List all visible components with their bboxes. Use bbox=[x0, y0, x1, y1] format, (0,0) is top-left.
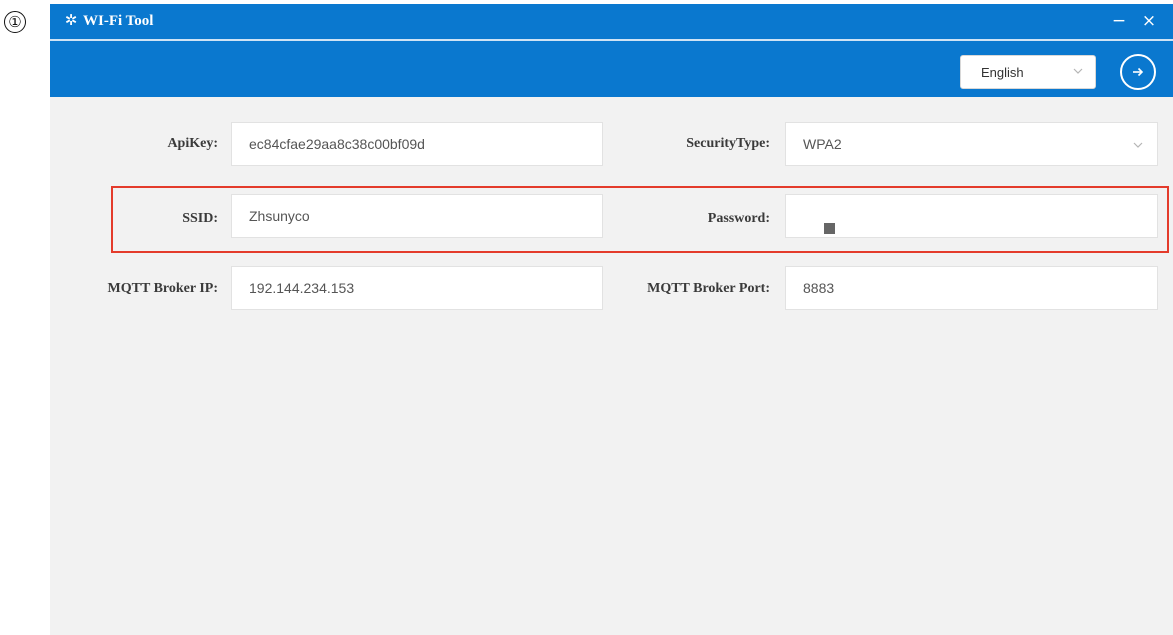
api-key-input[interactable]: ec84cfae29aa8c38c00bf09d bbox=[231, 122, 603, 166]
title-bar: ✲ WI-Fi Tool − × bbox=[50, 4, 1173, 39]
api-key-value: ec84cfae29aa8c38c00bf09d bbox=[249, 136, 425, 152]
language-select[interactable]: English bbox=[960, 55, 1096, 89]
app-title: WI-Fi Tool bbox=[83, 13, 154, 29]
password-input[interactable] bbox=[785, 194, 1158, 238]
arrow-right-icon bbox=[1133, 67, 1144, 77]
go-button[interactable] bbox=[1120, 54, 1156, 90]
step-number-badge: ① bbox=[4, 11, 26, 33]
ssid-value: Zhsunyco bbox=[249, 208, 310, 224]
minimize-button[interactable]: − bbox=[1108, 10, 1130, 32]
mqtt-broker-ip-label: MQTT Broker IP: bbox=[107, 281, 218, 296]
chevron-down-icon bbox=[1133, 142, 1143, 148]
mqtt-broker-ip-value: 192.144.234.153 bbox=[249, 280, 355, 296]
security-type-value: WPA2 bbox=[803, 136, 842, 152]
app-window: ✲ WI-Fi Tool − × English ApiKey: ec84cfa… bbox=[50, 4, 1173, 635]
security-type-select[interactable]: WPA2 bbox=[785, 122, 1158, 166]
ssid-label: SSID: bbox=[182, 211, 218, 226]
password-mask bbox=[824, 223, 835, 234]
mqtt-broker-ip-input[interactable]: 192.144.234.153 bbox=[231, 266, 603, 310]
mqtt-broker-port-value: 8883 bbox=[803, 280, 835, 296]
language-select-value: English bbox=[981, 65, 1024, 80]
api-key-label: ApiKey: bbox=[167, 136, 218, 151]
toolbar: English bbox=[50, 41, 1173, 97]
security-type-label: SecurityType: bbox=[686, 136, 770, 151]
ssid-input[interactable]: Zhsunyco bbox=[231, 194, 603, 238]
chevron-down-icon bbox=[1073, 68, 1083, 74]
mqtt-broker-port-input[interactable]: 8883 bbox=[785, 266, 1158, 310]
spark-icon: ✲ bbox=[64, 11, 78, 29]
mqtt-broker-port-label: MQTT Broker Port: bbox=[647, 281, 770, 296]
close-button[interactable]: × bbox=[1138, 10, 1160, 32]
password-label: Password: bbox=[707, 211, 770, 226]
